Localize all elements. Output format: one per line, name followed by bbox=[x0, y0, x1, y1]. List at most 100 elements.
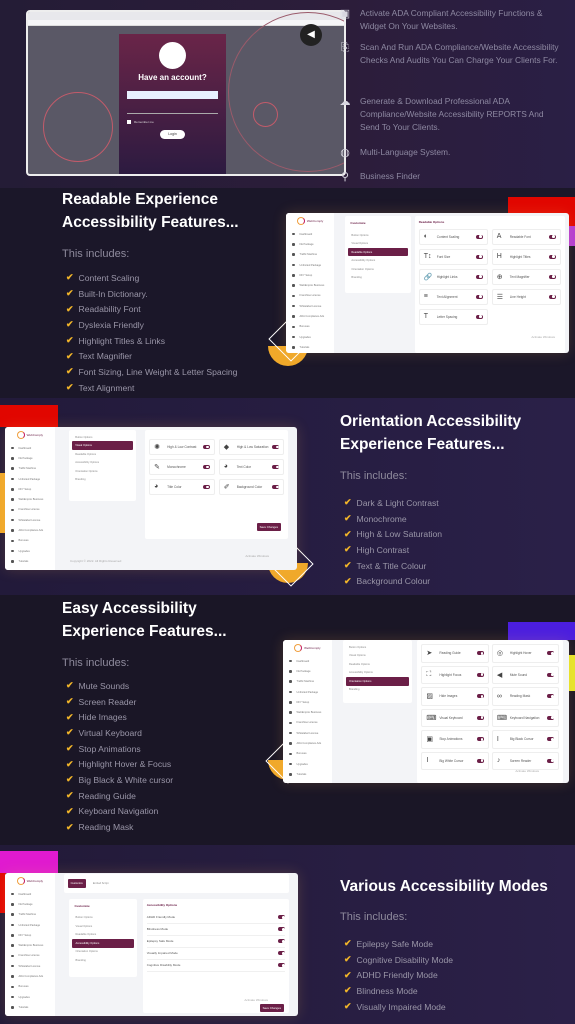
toggle-switch[interactable] bbox=[278, 963, 286, 968]
sidebar-item[interactable]: Upgrades bbox=[5, 992, 55, 1002]
sidebar-item[interactable]: Bonuses bbox=[5, 536, 55, 546]
sidebar-item[interactable]: Bonuses bbox=[5, 982, 55, 992]
menu-item[interactable]: Button Options bbox=[348, 231, 407, 240]
menu-item[interactable]: Visual Options bbox=[72, 441, 134, 450]
sidebar-item[interactable]: DFY Setup bbox=[5, 930, 55, 940]
sidebar-item[interactable]: Franchise License bbox=[283, 718, 332, 728]
sidebar-item[interactable]: ADA Compliance Ads bbox=[5, 525, 55, 535]
toggle-switch[interactable] bbox=[202, 444, 210, 449]
sidebar-item[interactable]: Unlimited Package bbox=[283, 687, 332, 697]
toggle-switch[interactable] bbox=[272, 444, 280, 449]
toggle-switch[interactable] bbox=[547, 715, 555, 720]
menu-item[interactable]: Readable Options bbox=[348, 247, 408, 257]
menu-item[interactable]: Accessibility Options bbox=[72, 939, 134, 948]
sidebar-item[interactable]: ADA Compliance Ads bbox=[5, 971, 55, 981]
sidebar-item[interactable]: Traffic Machine bbox=[286, 250, 334, 260]
toggle-switch[interactable] bbox=[475, 294, 483, 299]
menu-item[interactable]: Readable Options bbox=[72, 931, 133, 940]
toggle-switch[interactable] bbox=[548, 294, 556, 299]
sidebar-item[interactable]: Bonuses bbox=[283, 749, 332, 759]
toggle-switch[interactable] bbox=[475, 234, 483, 239]
sidebar-item[interactable]: Traffic Machine bbox=[5, 910, 55, 920]
sidebar-item[interactable]: Franchise License bbox=[286, 291, 334, 301]
remember-checkbox[interactable] bbox=[127, 120, 131, 124]
toggle-switch[interactable] bbox=[476, 758, 484, 763]
sidebar-item[interactable]: Whitelabel License bbox=[283, 728, 332, 738]
menu-item[interactable]: Accessibility Options bbox=[346, 669, 409, 678]
menu-item[interactable]: Visual Options bbox=[72, 922, 133, 931]
toggle-switch[interactable] bbox=[476, 715, 484, 720]
save-changes-button[interactable]: Save Changes bbox=[259, 1004, 284, 1012]
toggle-switch[interactable] bbox=[202, 464, 210, 469]
login-button[interactable]: Login bbox=[160, 130, 185, 139]
toggle-switch[interactable] bbox=[272, 484, 280, 489]
sidebar-item[interactable]: Dashboard bbox=[5, 889, 55, 899]
sidebar-item[interactable]: FE Package bbox=[5, 453, 55, 463]
sidebar-item[interactable]: Dashboard bbox=[5, 443, 55, 453]
sidebar-item[interactable]: Tutorials bbox=[5, 1002, 55, 1012]
sidebar-item[interactable]: Whitelabel License bbox=[286, 301, 334, 311]
sidebar-item[interactable]: FE Package bbox=[5, 899, 55, 909]
sidebar-item[interactable]: Unlimited Package bbox=[5, 474, 55, 484]
sidebar-item[interactable]: WebEmpire Business bbox=[5, 494, 55, 504]
sidebar-item[interactable]: Whitelabel License bbox=[5, 515, 55, 525]
sidebar-item[interactable]: Dashboard bbox=[283, 656, 332, 666]
sidebar-item[interactable]: Whitelabel License bbox=[5, 961, 55, 971]
menu-item[interactable]: Button Options bbox=[72, 914, 133, 923]
sidebar-item[interactable]: Unlimited Package bbox=[5, 920, 55, 930]
menu-item[interactable]: Button Options bbox=[346, 643, 409, 652]
menu-item[interactable]: Branding bbox=[348, 273, 407, 282]
sidebar-item[interactable]: WebEmpire Business bbox=[5, 940, 55, 950]
menu-item[interactable]: Accessibility Options bbox=[72, 458, 133, 467]
sidebar-item[interactable]: Tutorials bbox=[283, 769, 332, 779]
sidebar-item[interactable]: FE Package bbox=[286, 239, 334, 249]
menu-item[interactable]: Branding bbox=[72, 956, 133, 965]
menu-item[interactable]: Accessibility Options bbox=[348, 256, 407, 265]
toggle-switch[interactable] bbox=[278, 915, 286, 920]
menu-item[interactable]: Branding bbox=[72, 475, 133, 484]
toggle-switch[interactable] bbox=[476, 737, 484, 742]
sidebar-item[interactable]: Franchise License bbox=[5, 505, 55, 515]
toggle-switch[interactable] bbox=[547, 694, 555, 699]
sidebar-item[interactable]: ADA Compliance Ads bbox=[283, 738, 332, 748]
sidebar-item[interactable]: Tutorials bbox=[5, 556, 55, 566]
sidebar-item[interactable]: Unlimited Package bbox=[286, 260, 334, 270]
sidebar-item[interactable]: ADA Compliance Ads bbox=[286, 311, 334, 321]
toggle-switch[interactable] bbox=[475, 254, 483, 259]
sidebar-item[interactable]: Traffic Machine bbox=[283, 677, 332, 687]
toggle-switch[interactable] bbox=[278, 951, 286, 956]
menu-item[interactable]: Readable Options bbox=[346, 660, 409, 669]
sidebar-item[interactable]: WebEmpire Business bbox=[286, 280, 334, 290]
menu-item[interactable]: Button Options bbox=[72, 433, 133, 442]
tab[interactable]: Customize bbox=[67, 879, 86, 888]
email-field[interactable] bbox=[127, 91, 218, 99]
sidebar-item[interactable]: DFY Setup bbox=[5, 484, 55, 494]
sidebar-item[interactable]: DFY Setup bbox=[286, 270, 334, 280]
menu-item[interactable]: Orientation Options bbox=[346, 677, 409, 686]
toggle-switch[interactable] bbox=[476, 651, 484, 656]
sidebar-item[interactable]: Traffic Machine bbox=[5, 464, 55, 474]
menu-item[interactable]: Orientation Options bbox=[348, 265, 407, 274]
toggle-switch[interactable] bbox=[475, 314, 483, 319]
toggle-switch[interactable] bbox=[278, 939, 286, 944]
menu-item[interactable]: Orientation Options bbox=[72, 948, 133, 957]
toggle-switch[interactable] bbox=[476, 672, 484, 677]
toggle-switch[interactable] bbox=[278, 927, 286, 932]
sidebar-item[interactable]: Tutorials bbox=[286, 342, 334, 352]
sidebar-item[interactable]: Upgrades bbox=[5, 546, 55, 556]
sidebar-item[interactable]: DFY Setup bbox=[283, 697, 332, 707]
menu-item[interactable]: Orientation Options bbox=[72, 467, 133, 476]
toggle-switch[interactable] bbox=[547, 758, 555, 763]
menu-item[interactable]: Branding bbox=[346, 686, 409, 695]
toggle-switch[interactable] bbox=[547, 737, 555, 742]
save-changes-button[interactable]: Save Changes bbox=[256, 523, 281, 531]
toggle-switch[interactable] bbox=[476, 694, 484, 699]
sidebar-item[interactable]: Upgrades bbox=[283, 759, 332, 769]
tab[interactable]: Embed Script bbox=[90, 879, 112, 888]
password-field[interactable] bbox=[127, 108, 218, 114]
menu-item[interactable]: Visual Options bbox=[348, 239, 407, 248]
toggle-switch[interactable] bbox=[272, 464, 280, 469]
sidebar-item[interactable]: Franchise License bbox=[5, 951, 55, 961]
toggle-switch[interactable] bbox=[548, 254, 556, 259]
toggle-switch[interactable] bbox=[548, 234, 556, 239]
